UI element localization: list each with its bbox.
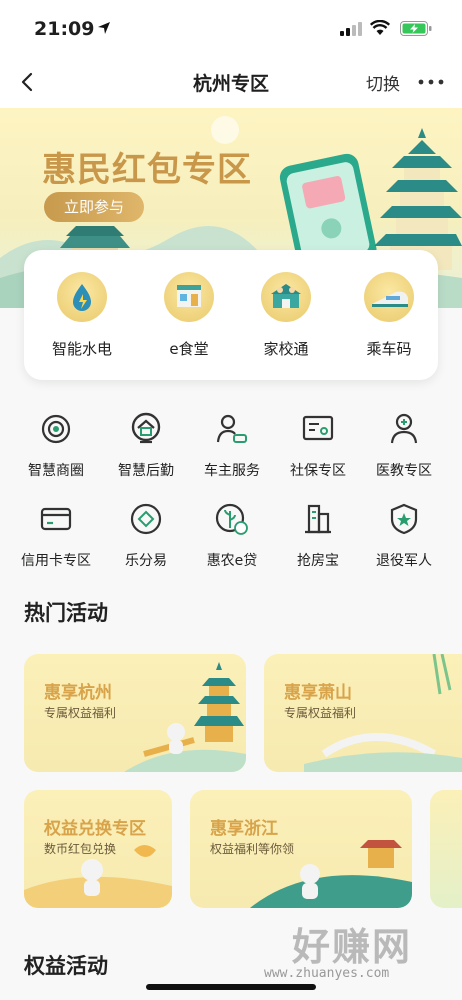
card-title: 惠享浙江: [210, 819, 278, 839]
service-car-owner[interactable]: 车主服务: [186, 412, 278, 480]
activity-card-rights-exchange[interactable]: 权益兑换专区 数币红包兑换: [24, 790, 172, 908]
service-label: 社保专区: [290, 463, 346, 479]
rights-activities-heading: 权益活动: [24, 954, 108, 978]
service-label: 乐分易: [125, 553, 167, 569]
service-medical[interactable]: 医教专区: [358, 412, 450, 480]
agri-loan-icon: [215, 503, 248, 535]
quick-label: 智能水电: [51, 340, 112, 358]
nav-bar: 杭州专区 切换: [0, 56, 462, 108]
car-owner-icon: [216, 414, 247, 443]
banner-title: 惠民红包专区: [42, 150, 252, 190]
card-subtitle: 数币红包兑换: [44, 842, 117, 856]
service-label: 信用卡专区: [21, 553, 91, 569]
activity-card-partial[interactable]: [430, 790, 462, 908]
service-credit-card[interactable]: 信用卡专区: [10, 502, 102, 570]
quick-item-water-electric[interactable]: 智能水电: [42, 272, 122, 359]
service-building[interactable]: 抢房宝: [272, 502, 364, 570]
quick-label: 乘车码: [366, 340, 412, 358]
veteran-icon: [390, 503, 418, 535]
shop-district-icon: [41, 414, 71, 444]
medical-icon: [390, 413, 418, 444]
more-dots-icon[interactable]: [416, 70, 446, 94]
battery-charging-icon: [400, 21, 432, 36]
wifi-icon: [370, 20, 390, 35]
service-veteran[interactable]: 退役军人: [358, 502, 450, 570]
train-icon: [364, 272, 414, 322]
quick-item-canteen[interactable]: e食堂: [149, 272, 229, 359]
service-agri-loan[interactable]: 惠农e贷: [186, 502, 278, 570]
hot-activities-heading: 热门活动: [24, 601, 108, 625]
quick-label: e食堂: [169, 340, 209, 358]
service-label: 惠农e贷: [206, 553, 258, 569]
location-arrow-icon: [98, 22, 110, 34]
school-icon: [261, 272, 311, 322]
water-electric-icon: [57, 272, 107, 322]
service-installment[interactable]: 乐分易: [100, 502, 192, 570]
activity-card-xiaoshan[interactable]: 惠享萧山 专属权益福利: [264, 654, 462, 772]
social-security-icon: [302, 415, 334, 441]
card-title: 惠享杭州: [44, 683, 112, 703]
cellular-signal-icon: [340, 22, 362, 36]
watermark-url: www.zhuanyes.com: [264, 966, 390, 981]
switch-city-button[interactable]: 切换: [366, 70, 400, 95]
card-title: 权益兑换专区: [44, 819, 146, 839]
card-subtitle: 专属权益福利: [44, 706, 117, 720]
pagoda: [374, 128, 462, 270]
quick-label: 家校通: [263, 340, 309, 358]
status-time: 21:09: [34, 18, 95, 40]
service-label: 智慧商圈: [28, 463, 84, 479]
watermark-text: 好赚网: [292, 925, 413, 969]
home-indicator[interactable]: [146, 984, 316, 990]
quick-item-school[interactable]: 家校通: [246, 272, 326, 359]
service-label: 退役军人: [376, 553, 432, 569]
service-label: 车主服务: [204, 463, 260, 479]
building-icon: [305, 504, 331, 534]
quick-services-card: 智能水电 e食堂 家校通 乘车码: [24, 250, 438, 380]
activity-card-zhejiang[interactable]: 惠享浙江 权益福利等你领: [190, 790, 412, 908]
quick-item-train[interactable]: 乘车码: [349, 272, 429, 359]
card-subtitle: 专属权益福利: [284, 706, 357, 720]
card-subtitle: 权益福利等你领: [210, 842, 295, 856]
credit-card-icon: [40, 507, 72, 531]
service-label: 智慧后勤: [118, 463, 174, 479]
activity-card-hangzhou[interactable]: 惠享杭州 专属权益福利: [24, 654, 246, 772]
service-shop-district[interactable]: 智慧商圈: [10, 412, 102, 480]
status-bar: 21:09: [0, 0, 462, 56]
service-logistics[interactable]: 智慧后勤: [100, 412, 192, 480]
installment-icon: [130, 503, 162, 535]
service-social-security[interactable]: 社保专区: [272, 412, 364, 480]
service-label: 抢房宝: [297, 553, 339, 569]
logistics-icon: [131, 412, 161, 444]
join-now-button[interactable]: 立即参与: [44, 192, 144, 222]
canteen-icon: [164, 272, 214, 322]
site-watermark: 好赚网 www.zhuanyes.com: [252, 916, 442, 988]
service-label: 医教专区: [376, 463, 432, 479]
card-title: 惠享萧山: [284, 683, 352, 703]
